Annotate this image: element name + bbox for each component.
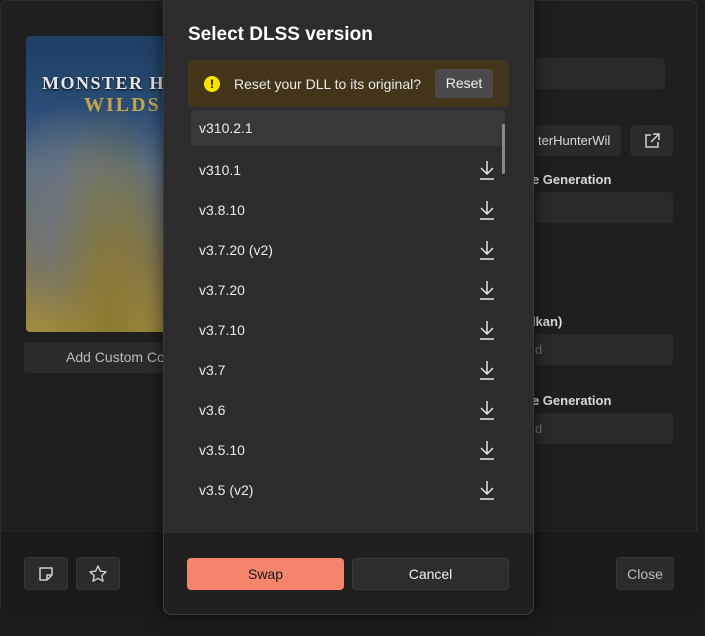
download-icon[interactable]	[479, 280, 495, 300]
version-label: v3.5 (v2)	[199, 482, 254, 498]
cover-logo-subtitle: WILDS	[84, 94, 161, 116]
frame-generation-select[interactable]	[535, 192, 673, 223]
dialog-title: Select DLSS version	[188, 24, 373, 45]
version-label: v3.5.10	[199, 442, 245, 458]
cancel-button[interactable]: Cancel	[352, 558, 509, 590]
dlss-version-list[interactable]: v310.2.1 v310.1 v3.8.10 v3.7.20 (v2) v3.7.20…	[191, 110, 507, 520]
version-label: v3.6	[199, 402, 226, 418]
install-path-value: terHunterWil	[538, 133, 611, 148]
download-icon[interactable]	[479, 400, 495, 420]
version-label: v310.2.1	[199, 120, 253, 136]
frame-generation-select-2[interactable]: d	[535, 413, 673, 444]
version-list-item[interactable]: v3.7.10	[191, 310, 505, 350]
download-icon[interactable]	[479, 240, 495, 260]
reset-button[interactable]: Reset	[435, 69, 493, 98]
warning-icon: !	[204, 76, 220, 92]
version-list-item[interactable]: v310.2.1	[191, 110, 505, 146]
list-scrollbar[interactable]	[502, 124, 505, 174]
vulkan-select[interactable]: d	[535, 334, 673, 365]
download-icon[interactable]	[479, 440, 495, 460]
frame-generation-label: ne Generation	[524, 172, 612, 187]
add-custom-cover-button[interactable]: Add Custom Co	[24, 342, 174, 373]
name-field[interactable]	[535, 58, 665, 89]
frame-generation-select-2-placeholder: d	[535, 421, 543, 436]
version-list-item[interactable]: v3.5.10	[191, 430, 505, 470]
notes-button[interactable]	[24, 557, 68, 590]
close-button[interactable]: Close	[616, 557, 674, 590]
version-label: v3.7.20	[199, 282, 245, 298]
version-list-item[interactable]: v3.7.20	[191, 270, 505, 310]
external-link-icon	[644, 132, 660, 148]
version-list-item[interactable]: v3.5 (v2)	[191, 470, 505, 510]
download-icon[interactable]	[479, 360, 495, 380]
reset-infobar: ! Reset your DLL to its original? Reset	[188, 60, 509, 107]
download-icon[interactable]	[479, 480, 495, 500]
infobar-message: Reset your DLL to its original?	[234, 76, 422, 92]
version-label: v3.7.20 (v2)	[199, 242, 273, 258]
version-label: v3.8.10	[199, 202, 245, 218]
version-list-item[interactable]: v3.6	[191, 390, 505, 430]
note-icon	[39, 566, 53, 581]
star-icon	[89, 564, 107, 582]
swap-button[interactable]: Swap	[187, 558, 344, 590]
cover-logo-title: MONSTER HU	[42, 73, 166, 93]
version-label: v3.7	[199, 362, 226, 378]
version-list-item[interactable]: v3.7	[191, 350, 505, 390]
favorite-button[interactable]	[76, 557, 120, 590]
version-label: v310.1	[199, 162, 242, 178]
install-path-field[interactable]: terHunterWil	[535, 125, 621, 156]
version-list-item[interactable]: v3.7.20 (v2)	[191, 230, 505, 270]
dialog-footer: Swap Cancel	[164, 533, 533, 614]
select-dlss-dialog: Select DLSS version ! Reset your DLL to …	[163, 0, 534, 615]
version-label: v3.7.10	[199, 322, 245, 338]
download-icon[interactable]	[479, 160, 495, 180]
frame-generation-label-2: ne Generation	[524, 393, 612, 408]
version-list-item[interactable]: v3.8.10	[191, 190, 505, 230]
download-icon[interactable]	[479, 320, 495, 340]
open-folder-button[interactable]	[630, 125, 673, 156]
game-cover-image: MONSTER HU WILDS	[26, 36, 166, 332]
download-icon[interactable]	[479, 200, 495, 220]
vulkan-select-placeholder: d	[535, 342, 543, 357]
version-list-item[interactable]: v310.1	[191, 150, 505, 190]
